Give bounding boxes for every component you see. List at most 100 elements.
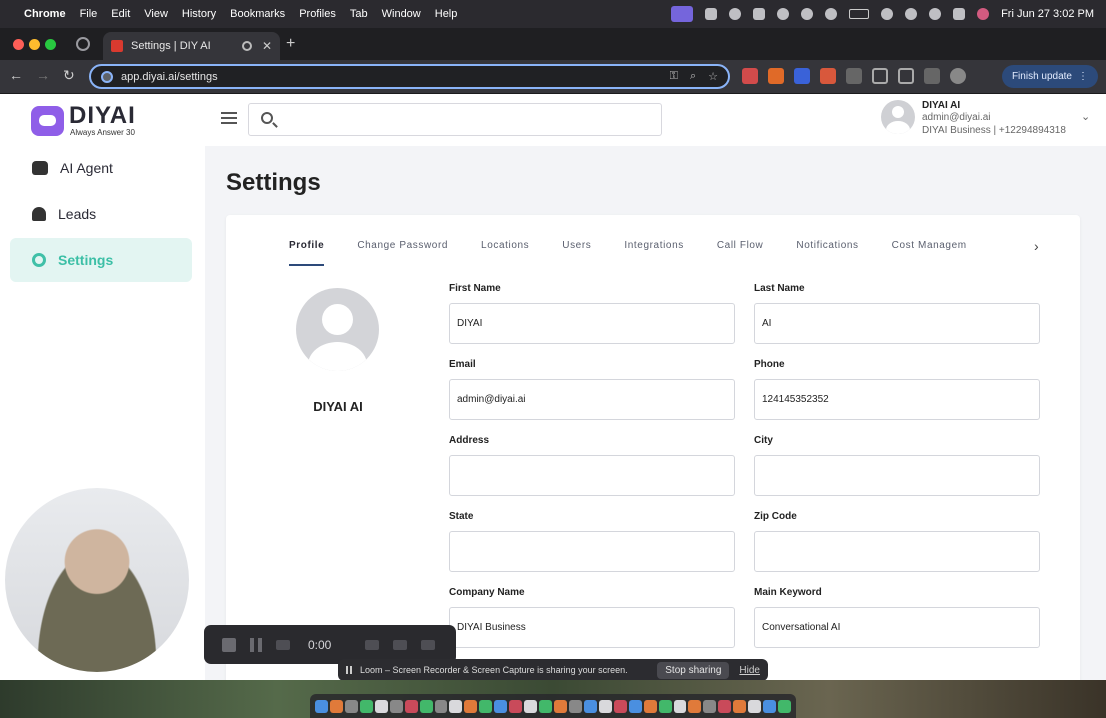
dock-app-icon[interactable]: [419, 699, 433, 713]
zoom-icon[interactable]: [705, 8, 718, 20]
site-info-icon[interactable]: [101, 70, 113, 83]
menu-history[interactable]: History: [182, 8, 216, 20]
tab-call-flow[interactable]: Call Flow: [717, 239, 764, 269]
state-field[interactable]: [449, 531, 735, 572]
menu-help[interactable]: Help: [435, 8, 458, 20]
dock-app-icon[interactable]: [494, 699, 508, 713]
profile-avatar[interactable]: [296, 288, 379, 371]
extension-icon-2[interactable]: [768, 68, 784, 84]
menu-view[interactable]: View: [144, 8, 168, 20]
dock-app-icon[interactable]: [733, 699, 747, 713]
time-machine-icon[interactable]: [905, 8, 918, 20]
tab-notifications[interactable]: Notifications: [796, 239, 858, 269]
dock-app-icon[interactable]: [778, 699, 791, 713]
dock-app-icon[interactable]: [524, 699, 538, 713]
user-avatar[interactable]: [881, 100, 915, 134]
menubar-clock[interactable]: Fri Jun 27 3:02 PM: [1001, 8, 1094, 20]
search-input[interactable]: [283, 110, 653, 130]
dock-app-icon[interactable]: [718, 699, 732, 713]
email-field[interactable]: [449, 379, 735, 420]
finish-update-button[interactable]: Finish update ⋮: [1001, 65, 1098, 88]
dock-app-icon[interactable]: [613, 699, 627, 713]
address-field[interactable]: [449, 455, 735, 496]
user-menu[interactable]: DIYAI AI admin@diyai.ai DIYAI Business |…: [881, 100, 1066, 137]
stop-sharing-button[interactable]: Stop sharing: [657, 661, 730, 679]
target-icon[interactable]: [729, 8, 742, 20]
dock-app-icon[interactable]: [344, 699, 358, 713]
menu-tab[interactable]: Tab: [350, 8, 368, 20]
camera-toggle-icon[interactable]: [393, 639, 408, 650]
back-arrow-icon[interactable]: ←: [9, 67, 23, 83]
dock-app-icon[interactable]: [583, 699, 597, 713]
dock-app-icon[interactable]: [643, 699, 657, 713]
first-name-field[interactable]: [449, 303, 735, 344]
menu-profiles[interactable]: Profiles: [299, 8, 336, 20]
wifi-icon[interactable]: [881, 8, 894, 20]
zoom-lens-icon[interactable]: ⌕: [690, 70, 696, 83]
dock-app-icon[interactable]: [479, 699, 493, 713]
dock-app-icon[interactable]: [539, 699, 552, 713]
dock-app-icon[interactable]: [374, 699, 388, 713]
sparkle-icon[interactable]: [777, 8, 790, 20]
url-text[interactable]: app.diyai.ai/settings: [121, 71, 658, 83]
webcam-bubble[interactable]: [5, 488, 189, 672]
profile-avatar-icon[interactable]: [950, 68, 966, 84]
dock-app-icon[interactable]: [598, 699, 612, 713]
new-tab-icon[interactable]: +: [286, 35, 295, 53]
play-circle-icon[interactable]: [801, 8, 814, 20]
hamburger-menu-icon[interactable]: [221, 112, 237, 124]
draw-icon[interactable]: [365, 639, 380, 650]
delete-icon[interactable]: [421, 639, 436, 650]
dock-app-icon[interactable]: [509, 699, 523, 713]
search-box[interactable]: [248, 103, 662, 136]
browser-tab-settings[interactable]: Settings | DIY AI ✕: [103, 32, 280, 60]
siri-icon[interactable]: [977, 8, 990, 20]
dock-app-icon[interactable]: [434, 699, 448, 713]
extension-icon-3[interactable]: [794, 68, 810, 84]
spotlight-icon[interactable]: [929, 8, 942, 20]
extension-icon-5[interactable]: [846, 68, 862, 84]
chevron-right-icon[interactable]: ›: [1034, 238, 1039, 254]
tab-integrations[interactable]: Integrations: [624, 239, 683, 269]
download-icon[interactable]: [924, 68, 940, 84]
pause-icon[interactable]: [250, 637, 262, 652]
window-zoom-button[interactable]: [45, 39, 56, 50]
dock-app-icon[interactable]: [703, 699, 717, 713]
screen-share-icon[interactable]: [671, 6, 694, 22]
more-menu-icon[interactable]: ⋮: [1078, 71, 1088, 82]
menu-file[interactable]: File: [80, 8, 98, 20]
last-name-field[interactable]: [754, 303, 1040, 344]
globe-icon[interactable]: [825, 8, 838, 20]
tab-locations[interactable]: Locations: [481, 239, 529, 269]
extensions-puzzle-icon[interactable]: [872, 68, 888, 84]
stats-icon[interactable]: [753, 8, 766, 20]
window-close-button[interactable]: [13, 39, 24, 50]
sidebar-item-leads[interactable]: Leads: [10, 192, 192, 236]
tab-users[interactable]: Users: [562, 239, 591, 269]
sidebar-item-settings[interactable]: Settings: [10, 238, 192, 282]
hide-banner-link[interactable]: Hide: [739, 665, 760, 676]
zip-field[interactable]: [754, 531, 1040, 572]
tab-change-password[interactable]: Change Password: [357, 239, 448, 269]
logo[interactable]: DIYAI Always Answer 30: [31, 104, 136, 137]
dock-app-icon[interactable]: [554, 699, 567, 713]
menu-edit[interactable]: Edit: [111, 8, 130, 20]
dock-app-icon[interactable]: [628, 699, 642, 713]
dock-app-icon[interactable]: [315, 699, 328, 713]
battery-icon[interactable]: [849, 9, 870, 19]
close-tab-icon[interactable]: ✕: [262, 39, 272, 53]
window-minimize-button[interactable]: [29, 39, 40, 50]
menu-bookmarks[interactable]: Bookmarks: [230, 8, 285, 20]
keyword-field[interactable]: [754, 607, 1040, 648]
dock-app-icon[interactable]: [404, 699, 418, 713]
dock-app-icon[interactable]: [673, 699, 687, 713]
menu-window[interactable]: Window: [382, 8, 421, 20]
extension-icon-4[interactable]: [820, 68, 836, 84]
dock-app-icon[interactable]: [748, 699, 762, 713]
dock-app-icon[interactable]: [763, 699, 777, 713]
stop-recording-icon[interactable]: [222, 637, 236, 652]
forward-arrow-icon[interactable]: →: [36, 67, 50, 83]
extension-icon-1[interactable]: [742, 68, 758, 84]
control-center-icon[interactable]: [953, 8, 966, 20]
reload-icon[interactable]: ↻: [63, 67, 75, 84]
